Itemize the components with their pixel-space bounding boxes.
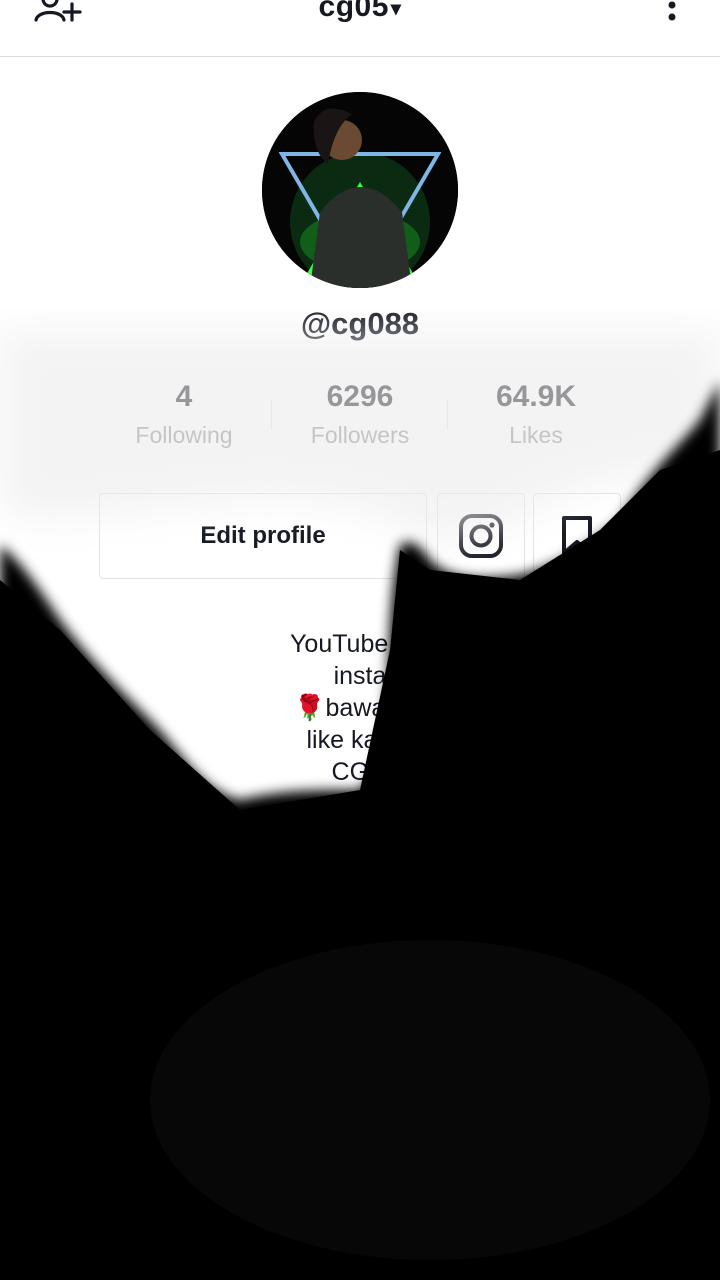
bio-line: 🌹bawal Lo [294,694,426,722]
stat-followers[interactable]: 6296 Followers [270,378,450,449]
top-bar: cg05 ▾ [0,0,720,57]
account-switcher[interactable]: cg05 ▾ [0,0,720,24]
edit-profile-button[interactable]: Edit profile [99,493,427,579]
stat-label: Followers [310,422,410,448]
stat-label: Following [135,422,233,448]
chevron-down-icon: ▾ [390,0,402,20]
stat-label: Likes [509,422,563,448]
edit-profile-label: Edit profile [200,522,326,549]
stat-value: 6296 [326,380,394,413]
avatar[interactable] [262,92,458,288]
stat-likes[interactable]: 64.9K Likes [446,378,626,449]
profile-handle: @cg088 [300,306,420,341]
bio-line: YouTube vdr [290,630,430,658]
instagram-icon [459,514,503,558]
instagram-button[interactable] [437,493,525,579]
bookmark-icon [562,516,592,555]
bookmark-button[interactable] [533,493,621,579]
bio: YouTube vdr insta 🌹bawal Lo like karo f … [0,628,720,788]
bio-line: like karo f [306,726,414,754]
bio-line: CG ti [331,758,389,786]
bio-line: insta [333,662,387,690]
avatar-image [262,92,458,288]
stat-following[interactable]: 4 Following [94,378,274,449]
stat-value: 64.9K [495,380,577,413]
account-name: cg05 [318,0,389,23]
more-options-icon[interactable] [664,0,680,26]
stat-value: 4 [175,380,193,413]
